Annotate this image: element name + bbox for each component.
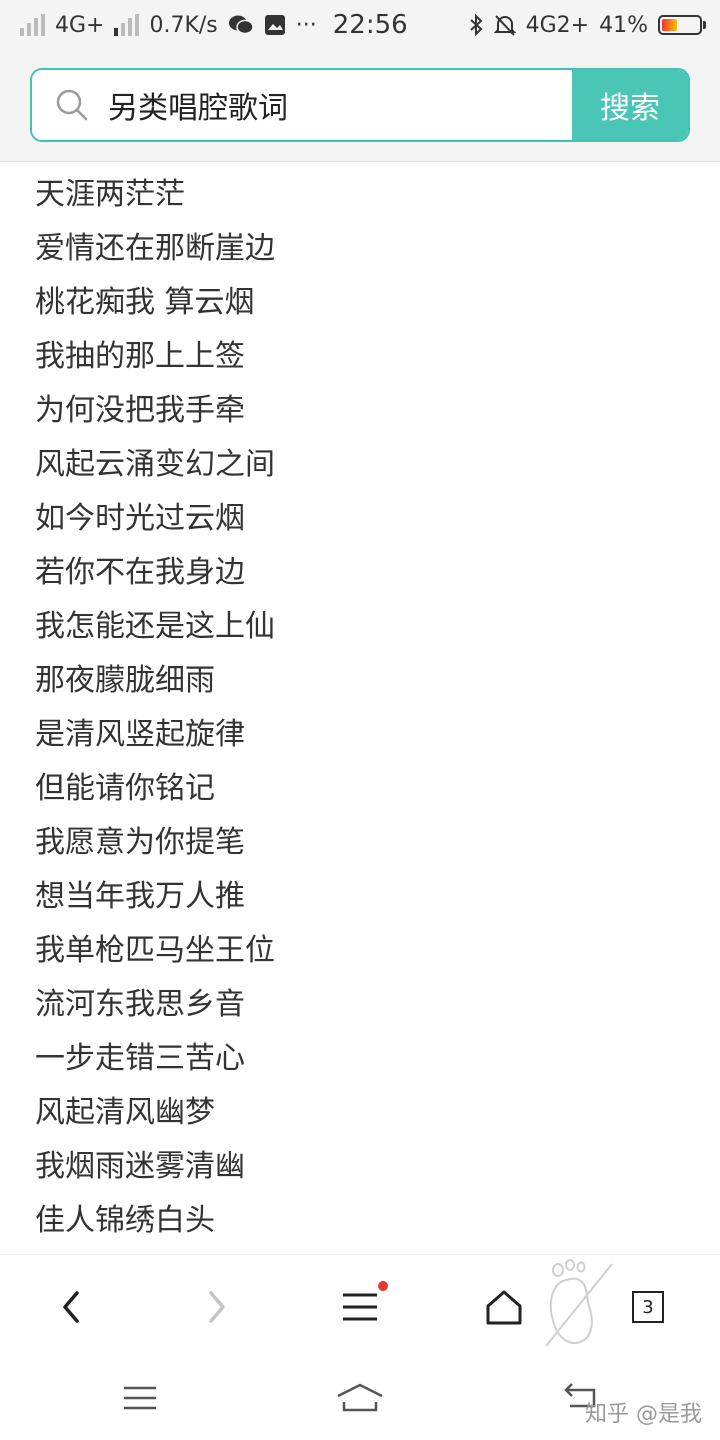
lyric-line: 我愿意为你提笔 — [35, 825, 245, 860]
footprint-icon — [545, 1259, 613, 1347]
home-icon — [486, 1290, 522, 1325]
lyric-line: 但能请你铭记 — [35, 771, 215, 806]
signal-icon-2 — [114, 14, 140, 36]
lyric-line: 若你不在我身边 — [35, 555, 245, 590]
network-speed: 0.7K/s — [149, 12, 218, 38]
forward-icon — [209, 1291, 225, 1323]
system-home-icon — [337, 1383, 383, 1412]
notification-dot — [378, 1281, 388, 1291]
signal-icon — [20, 14, 45, 36]
wechat-icon — [228, 15, 254, 35]
tabs-button[interactable]: 3 — [618, 1277, 678, 1337]
clock: 22:56 — [332, 10, 408, 40]
menu-button[interactable] — [330, 1277, 390, 1337]
more-dots-icon: ··· — [295, 12, 317, 38]
lyric-line: 佳人锦绣白头 — [35, 1203, 215, 1238]
gallery-icon — [264, 15, 285, 35]
lyric-line: 爱情还在那断崖边 — [35, 231, 275, 266]
lyrics-list: 天涯两茫茫 爱情还在那断崖边 桃花痴我 算云烟 我抽的那上上签 为何没把我手牵 … — [35, 168, 685, 1248]
system-home-button[interactable] — [330, 1378, 390, 1418]
lyric-line: 如今时光过云烟 — [35, 501, 245, 536]
battery-percent: 41% — [599, 12, 648, 38]
lyric-line: 风起清风幽梦 — [35, 1095, 215, 1130]
lyric-line: 是清风竖起旋律 — [35, 717, 245, 752]
lyric-line: 一步走错三苦心 — [35, 1041, 245, 1076]
lyric-line: 流河东我思乡音 — [35, 987, 245, 1022]
lyric-line: 我怎能还是这上仙 — [35, 609, 275, 644]
home-button[interactable] — [474, 1277, 534, 1337]
lyric-line: 桃花痴我 算云烟 — [35, 285, 255, 320]
recents-icon — [124, 1386, 156, 1410]
lyric-line: 为何没把我手牵 — [35, 393, 245, 428]
recent-apps-button[interactable] — [110, 1378, 170, 1418]
network-type-right: 4G2+ — [525, 12, 590, 38]
lyric-line: 想当年我万人推 — [35, 879, 245, 914]
lyric-line: 我单枪匹马坐王位 — [35, 933, 275, 968]
search-button[interactable]: 搜索 — [572, 70, 688, 140]
search-header: 搜索 — [0, 50, 720, 162]
lyric-line: 那夜朦胧细雨 — [35, 663, 215, 698]
search-input[interactable] — [108, 70, 572, 140]
status-bar: 4G+ 0.7K/s ··· 22:56 4G2+ 41% — [0, 0, 720, 50]
bluetooth-icon — [469, 13, 483, 37]
back-icon — [63, 1291, 79, 1323]
search-box[interactable]: 搜索 — [30, 68, 690, 142]
network-type-left: 4G+ — [55, 12, 105, 38]
lyric-line: 我烟雨迷雾清幽 — [35, 1149, 245, 1184]
back-button[interactable] — [42, 1277, 102, 1337]
tabs-icon: 3 — [632, 1291, 664, 1323]
lyric-line: 天涯两茫茫 — [35, 177, 185, 212]
status-right: 4G2+ 41% — [468, 13, 706, 38]
battery-icon — [658, 15, 706, 35]
status-left: 4G+ 0.7K/s ··· 22:56 — [20, 10, 408, 40]
lyric-line: 风起云涌变幻之间 — [35, 447, 275, 482]
menu-icon — [343, 1293, 377, 1321]
forward-button[interactable] — [186, 1277, 246, 1337]
lyric-line: 我抽的那上上签 — [35, 339, 245, 374]
search-icon — [56, 89, 88, 121]
mute-icon — [493, 15, 516, 36]
watermark: 知乎 @是我 — [585, 1402, 702, 1427]
